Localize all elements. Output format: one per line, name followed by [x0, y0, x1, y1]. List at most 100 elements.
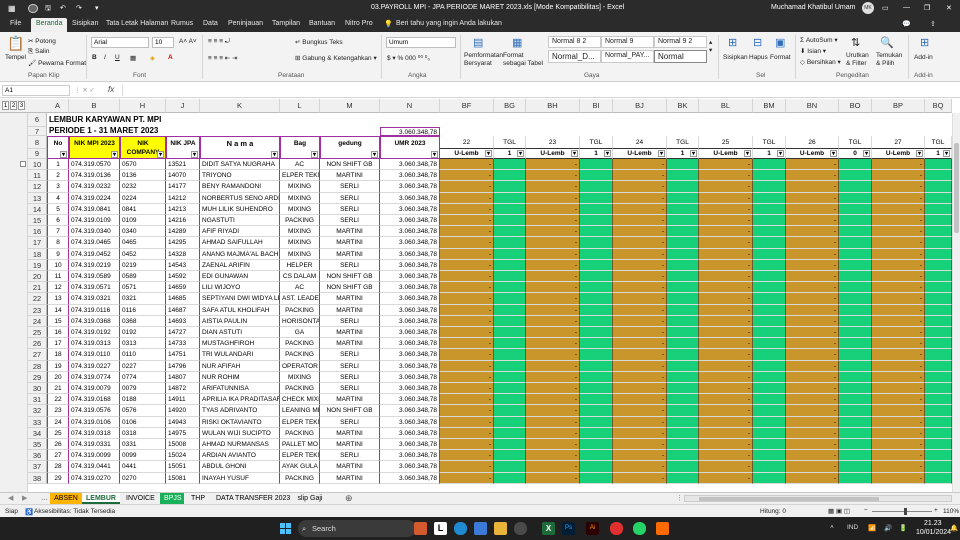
style-normal-9-2[interactable]: Normal 9 2 — [654, 36, 707, 48]
next-sheet-icon[interactable]: ▶ — [18, 493, 31, 504]
zoom-slider[interactable] — [872, 508, 932, 515]
row-no[interactable]: 17 — [47, 338, 69, 350]
overtime-cell[interactable]: - — [526, 271, 580, 283]
sheet-tab-lembur[interactable]: LEMBUR — [82, 493, 120, 504]
day-flag-cell[interactable] — [494, 203, 526, 215]
day-flag-cell[interactable] — [753, 226, 786, 238]
delete-cells-icon[interactable]: ⊟ — [753, 36, 762, 49]
department[interactable]: AC — [280, 282, 320, 294]
day-flag-cell[interactable] — [753, 360, 786, 372]
overtime-cell[interactable]: - — [613, 371, 667, 383]
overtime-cell[interactable]: - — [699, 461, 753, 473]
merge-center-button[interactable]: ⊞ Gabung & Ketengahkan ▾ — [295, 54, 377, 62]
employee-name[interactable]: TYAS ADRIVANTO — [200, 405, 280, 417]
day-flag-cell[interactable] — [494, 360, 526, 372]
department[interactable]: HORISONTAL — [280, 315, 320, 327]
employee-name[interactable]: NGASTUTI — [200, 215, 280, 227]
overtime-cell[interactable]: - — [440, 349, 494, 361]
cancel-icon[interactable]: ⋮ ✕ ✓ — [74, 86, 95, 94]
overtime-cell[interactable]: - — [613, 237, 667, 249]
overtime-cell[interactable]: - — [786, 181, 839, 193]
menu-data[interactable]: Data — [203, 20, 218, 27]
gedung[interactable]: SERLI — [320, 215, 380, 227]
row-header-27[interactable]: 27 — [28, 349, 47, 361]
filter-dropdown-icon[interactable]: ▾ — [485, 150, 492, 157]
day-flag-cell[interactable] — [494, 394, 526, 406]
row-no[interactable]: 22 — [47, 394, 69, 406]
row-header-12[interactable]: 12 — [28, 181, 47, 193]
day-flag-cell[interactable] — [839, 450, 872, 462]
overtime-cell[interactable]: - — [440, 472, 494, 484]
day-flag-cell[interactable] — [925, 181, 952, 193]
filter-dropdown-icon[interactable]: ▾ — [916, 150, 923, 157]
overtime-cell[interactable]: - — [872, 203, 925, 215]
day-flag-cell[interactable] — [839, 427, 872, 439]
nik-mpi[interactable]: 074.319.0570 — [69, 159, 120, 171]
overtime-cell[interactable]: - — [440, 248, 494, 260]
department[interactable]: ELPER TEKNI — [280, 416, 320, 428]
row-header-20[interactable]: 20 — [28, 271, 47, 283]
overtime-cell[interactable]: - — [699, 450, 753, 462]
row-no[interactable]: 23 — [47, 405, 69, 417]
settings-icon[interactable] — [514, 522, 527, 535]
day-flag-cell[interactable] — [753, 181, 786, 193]
umr-value[interactable]: 3.060.348,78 — [380, 394, 440, 406]
nik-company[interactable]: 0774 — [120, 371, 166, 383]
app-icon-1[interactable] — [414, 522, 427, 535]
volume-icon[interactable]: 🔊 — [884, 524, 892, 532]
overtime-cell[interactable]: - — [872, 472, 925, 484]
overtime-cell[interactable]: - — [526, 203, 580, 215]
overtime-cell[interactable]: - — [440, 226, 494, 238]
umr-value[interactable]: 3.060.348,78 — [380, 450, 440, 462]
overtime-cell[interactable]: - — [699, 159, 753, 171]
day-flag-cell[interactable] — [753, 259, 786, 271]
row-header-19[interactable]: 19 — [28, 259, 47, 271]
border-icon[interactable]: ▦ — [130, 54, 136, 62]
employee-name[interactable]: TRI WULANDARI — [200, 349, 280, 361]
overtime-cell[interactable]: - — [872, 450, 925, 462]
day-flag-cell[interactable] — [753, 338, 786, 350]
row-no[interactable]: 8 — [47, 237, 69, 249]
overtime-cell[interactable]: - — [786, 248, 839, 260]
overtime-cell[interactable]: - — [526, 170, 580, 182]
overtime-cell[interactable]: - — [613, 461, 667, 473]
day-flag-cell[interactable] — [839, 159, 872, 171]
overtime-cell[interactable]: - — [699, 226, 753, 238]
filter-dropdown-icon[interactable]: ▾ — [60, 151, 67, 158]
nik-mpi[interactable]: 074.319.0571 — [69, 282, 120, 294]
overtime-cell[interactable]: - — [786, 282, 839, 294]
nama-header[interactable]: N a m a ▾ — [200, 136, 280, 159]
gedung[interactable]: NON SHIFT GB — [320, 282, 380, 294]
overtime-cell[interactable]: - — [526, 416, 580, 428]
fill-color-icon[interactable]: ◈ — [150, 54, 155, 62]
outline-level-2[interactable]: 2 — [10, 101, 17, 110]
nik-company[interactable]: 0318 — [120, 427, 166, 439]
outline-level-3[interactable]: 3 — [18, 101, 25, 110]
overtime-cell[interactable]: - — [699, 371, 753, 383]
day-flag-cell[interactable] — [494, 383, 526, 395]
bold-button[interactable]: B — [92, 54, 97, 61]
overtime-cell[interactable]: - — [872, 394, 925, 406]
row-no[interactable]: 24 — [47, 416, 69, 428]
gedung[interactable]: NON SHIFT GB — [320, 159, 380, 171]
day-flag-cell[interactable] — [925, 170, 952, 182]
employee-name[interactable]: WULAN WIJI SUCIPTO — [200, 427, 280, 439]
overtime-cell[interactable]: - — [440, 450, 494, 462]
overtime-cell[interactable]: - — [526, 439, 580, 451]
sub-header-bn[interactable]: U-Lemb ▾ — [786, 149, 839, 159]
overtime-cell[interactable]: - — [526, 338, 580, 350]
nik-mpi[interactable]: 074.319.0841 — [69, 203, 120, 215]
menu-sisipkan[interactable]: Sisipkan — [72, 20, 98, 27]
row-no[interactable]: 29 — [47, 472, 69, 484]
prev-sheet-icon[interactable]: ◀ — [4, 493, 17, 504]
column-header-bi[interactable]: BI — [580, 99, 613, 113]
day-flag-cell[interactable] — [667, 203, 699, 215]
row-no[interactable]: 27 — [47, 450, 69, 462]
style-normal-8-2[interactable]: Normal 8 2 — [548, 36, 601, 48]
row-header-15[interactable]: 15 — [28, 215, 47, 227]
day-flag-cell[interactable] — [667, 282, 699, 294]
paste-icon[interactable]: 📋 — [7, 35, 24, 52]
sort-filter-button[interactable]: Urutkan & Filter — [846, 52, 874, 68]
nik-jpa[interactable]: 15024 — [166, 450, 200, 462]
overtime-cell[interactable]: - — [699, 472, 753, 484]
